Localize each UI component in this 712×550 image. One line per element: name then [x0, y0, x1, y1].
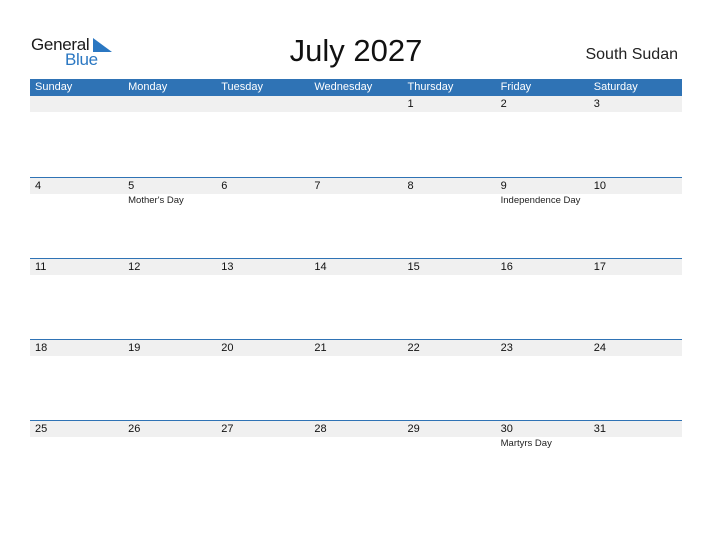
- day-number: 17: [593, 261, 606, 273]
- weekday-monday: Monday: [128, 81, 168, 93]
- holiday-label: Independence Day: [500, 195, 581, 206]
- holiday-label: [30, 194, 123, 207]
- week-row: 11 12 13 14 15 16 17: [30, 258, 682, 339]
- holiday-label: [216, 437, 309, 450]
- day-number: [123, 96, 216, 112]
- events-row: Martyrs Day: [30, 437, 682, 450]
- date-strip: 18 19 20 21 22 23 24: [30, 339, 682, 356]
- weekday-saturday: Saturday: [593, 81, 638, 93]
- weekday-header: Sunday Monday Tuesday Wednesday Thursday…: [30, 79, 682, 96]
- day-number: 9: [500, 180, 507, 192]
- day-number: 31: [593, 423, 606, 435]
- day-number: 15: [407, 261, 420, 273]
- day-number: 11: [35, 261, 47, 273]
- holiday-label: [589, 194, 682, 207]
- day-number: [309, 96, 402, 112]
- week-row: 25 26 27 28 29 30 31 Martyrs Day: [30, 420, 682, 501]
- week-row: 1 2 3: [30, 96, 682, 177]
- day-number: 7: [314, 180, 321, 192]
- weekday-wednesday: Wednesday: [314, 81, 373, 93]
- date-strip: 11 12 13 14 15 16 17: [30, 258, 682, 275]
- day-number: 18: [35, 342, 48, 354]
- day-number: 21: [314, 342, 327, 354]
- holiday-label: [589, 437, 682, 450]
- day-number: 1: [407, 98, 414, 110]
- day-number: 24: [593, 342, 606, 354]
- holiday-label: [30, 437, 123, 450]
- week-row: 4 5 6 7 8 9 10 Mother's Day Independence Day: [30, 177, 682, 258]
- date-strip: 25 26 27 28 29 30 31: [30, 420, 682, 437]
- week-row: 18 19 20 21 22 23 24: [30, 339, 682, 420]
- day-number: 30: [500, 423, 513, 435]
- day-number: 5: [128, 180, 135, 192]
- day-number: 2: [500, 98, 507, 110]
- day-number: 16: [500, 261, 513, 273]
- day-number: 3: [593, 98, 600, 110]
- holiday-label: [403, 194, 496, 207]
- day-number: 12: [128, 261, 141, 273]
- holiday-label: [403, 437, 496, 450]
- holiday-label: [309, 194, 402, 207]
- day-number: 4: [35, 180, 42, 192]
- holiday-label: [309, 437, 402, 450]
- day-number: 27: [221, 423, 234, 435]
- weekday-sunday: Sunday: [35, 81, 73, 93]
- holiday-label: [123, 437, 216, 450]
- weekday-friday: Friday: [500, 81, 532, 93]
- day-number: 23: [500, 342, 513, 354]
- date-strip: 4 5 6 7 8 9 10: [30, 177, 682, 194]
- day-number: 28: [314, 423, 327, 435]
- events-row: Mother's Day Independence Day: [30, 194, 682, 207]
- day-number: 13: [221, 261, 234, 273]
- day-number: 22: [407, 342, 420, 354]
- day-number: 26: [128, 423, 141, 435]
- day-number: 20: [221, 342, 234, 354]
- date-strip: 1 2 3: [30, 96, 682, 112]
- holiday-label: Martyrs Day: [500, 438, 552, 449]
- day-number: 6: [221, 180, 228, 192]
- day-number: [216, 96, 309, 112]
- holiday-label: [216, 194, 309, 207]
- day-number: [30, 96, 123, 112]
- day-number: 14: [314, 261, 327, 273]
- day-number: 25: [35, 423, 48, 435]
- weekday-tuesday: Tuesday: [221, 81, 264, 93]
- calendar-grid: Sunday Monday Tuesday Wednesday Thursday…: [30, 79, 682, 501]
- weekday-thursday: Thursday: [407, 81, 454, 93]
- day-number: 10: [593, 180, 606, 192]
- day-number: 19: [128, 342, 141, 354]
- day-number: 29: [407, 423, 420, 435]
- day-number: 8: [407, 180, 414, 192]
- country-label: South Sudan: [585, 46, 678, 63]
- holiday-label: Mother's Day: [128, 195, 184, 206]
